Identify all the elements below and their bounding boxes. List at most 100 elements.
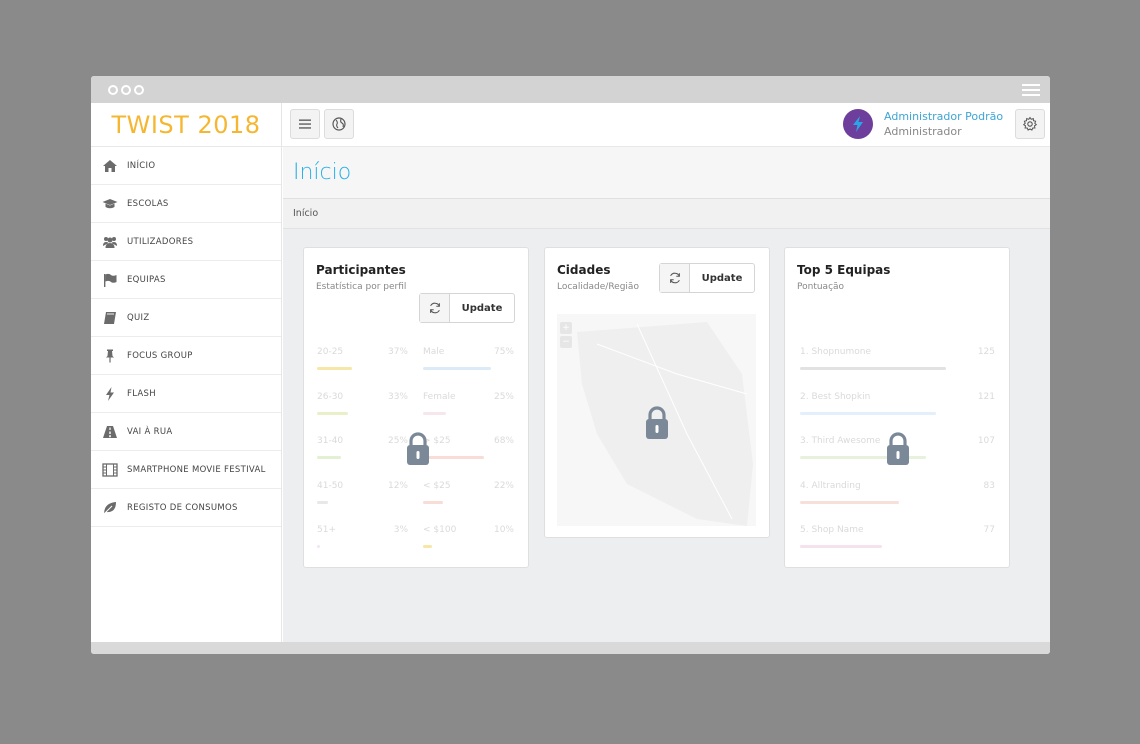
lock-icon xyxy=(646,406,668,439)
browser-window: TWIST 2018 Administrador Podrão Administ… xyxy=(91,76,1050,654)
globe-button[interactable] xyxy=(324,109,354,139)
window-dot-minimize[interactable] xyxy=(121,85,131,95)
stat-bar xyxy=(317,545,320,548)
stat-value: 37% xyxy=(387,347,408,357)
sidebar-item-label: ESCOLAS xyxy=(127,198,169,209)
team-bar xyxy=(800,545,882,548)
sidebar: INÍCIO ESCOLAS UTILIZADORES EQUIPAS QUIZ… xyxy=(91,147,282,642)
refresh-icon xyxy=(429,302,440,314)
sidebar-item-label: EQUIPAS xyxy=(127,274,166,285)
sidebar-item-label: FOCUS GROUP xyxy=(127,350,193,361)
page-title: Início xyxy=(293,160,352,185)
stat-label: 41-50 xyxy=(317,480,344,491)
stat-bar xyxy=(317,411,349,415)
window-titlebar xyxy=(91,76,1050,103)
film-icon xyxy=(102,462,118,477)
stat-bar xyxy=(317,367,353,370)
menu-toggle-button[interactable] xyxy=(290,109,320,139)
stat-bar xyxy=(317,500,329,504)
map-zoom-in-button[interactable]: + xyxy=(560,322,572,334)
team-bar xyxy=(800,411,936,415)
footer-bar xyxy=(91,642,1050,654)
sidebar-item-equipas[interactable]: EQUIPAS xyxy=(91,261,281,299)
team-score: 107 xyxy=(977,436,995,446)
team-score: 125 xyxy=(977,347,995,357)
card-title: Cidades xyxy=(557,263,611,277)
stat-label: 20-25 xyxy=(317,347,344,357)
participantes-update-button[interactable]: Update xyxy=(419,293,515,323)
sidebar-item-label: QUIZ xyxy=(127,312,150,323)
sidebar-item-vai-a-rua[interactable]: VAI À RUA xyxy=(91,413,281,451)
sidebar-item-inicio[interactable]: INÍCIO xyxy=(91,147,281,185)
stat-label: 31-40 xyxy=(317,436,344,446)
sidebar-item-label: SMARTPHONE MOVIE FESTIVAL xyxy=(127,464,266,475)
pin-icon xyxy=(106,349,114,362)
flag-icon xyxy=(104,273,117,287)
update-label: Update xyxy=(701,272,743,284)
main-content: Início Início Participantes Estatística … xyxy=(283,147,1050,642)
stat-label: Male xyxy=(423,347,445,357)
book-icon xyxy=(104,311,116,324)
page-header: Início xyxy=(283,147,1050,199)
stat-value: 12% xyxy=(387,480,408,491)
graduation-cap-icon xyxy=(102,198,118,208)
user-name[interactable]: Administrador Podrão xyxy=(884,110,1003,123)
sidebar-item-quiz[interactable]: QUIZ xyxy=(91,299,281,337)
stat-label: < $100 xyxy=(423,525,457,535)
stat-label: Female xyxy=(423,391,456,402)
card-subtitle: Pontuação xyxy=(797,282,845,292)
sidebar-item-focus-group[interactable]: FOCUS GROUP xyxy=(91,337,281,375)
globe-icon xyxy=(332,117,346,131)
card-title: Top 5 Equipas xyxy=(797,263,891,277)
stat-label: 51+ xyxy=(317,525,336,535)
team-name: 5. Shop Name xyxy=(800,525,864,535)
users-icon xyxy=(103,236,117,248)
stat-value: 68% xyxy=(493,436,514,446)
map-zoom-out-button[interactable]: − xyxy=(560,336,572,348)
team-name: 3. Third Awesome xyxy=(800,436,881,446)
team-name: 4. Alltranding xyxy=(800,480,861,491)
road-icon xyxy=(103,425,117,438)
window-dot-maximize[interactable] xyxy=(134,85,144,95)
cidades-card: Cidades Localidade/Região Update + − xyxy=(544,247,770,538)
window-menu-icon[interactable] xyxy=(1022,84,1040,96)
sidebar-item-flash[interactable]: FLASH xyxy=(91,375,281,413)
lock-icon xyxy=(407,432,429,465)
user-avatar[interactable] xyxy=(843,109,873,139)
sidebar-item-utilizadores[interactable]: UTILIZADORES xyxy=(91,223,281,261)
sidebar-item-label: FLASH xyxy=(127,388,156,399)
lock-icon xyxy=(887,432,909,465)
brand-logo[interactable]: TWIST 2018 xyxy=(91,103,282,147)
update-label: Update xyxy=(461,302,503,314)
card-subtitle: Localidade/Região xyxy=(557,282,639,292)
refresh-icon xyxy=(669,272,680,284)
breadcrumb: Início xyxy=(283,199,1050,229)
sidebar-item-label: REGISTO DE CONSUMOS xyxy=(127,502,238,513)
card-title: Participantes xyxy=(316,263,406,277)
settings-button[interactable] xyxy=(1015,109,1045,139)
sidebar-item-registo-de-consumos[interactable]: REGISTO DE CONSUMOS xyxy=(91,489,281,527)
top5-equipas-card: Top 5 Equipas Pontuação 1. Shopnumone 125… xyxy=(784,247,1010,568)
sidebar-item-label: INÍCIO xyxy=(127,160,156,171)
bolt-icon xyxy=(106,386,114,401)
participantes-card: Participantes Estatística por perfil Upd… xyxy=(303,247,529,568)
hamburger-icon xyxy=(299,119,311,129)
window-dot-close[interactable] xyxy=(108,85,118,95)
window-controls xyxy=(108,85,144,95)
stat-value: 3% xyxy=(393,525,408,535)
brand-text: TWIST 2018 xyxy=(111,111,261,139)
breadcrumb-item[interactable]: Início xyxy=(293,208,318,219)
card-subtitle: Estatística por perfil xyxy=(316,282,407,292)
stat-bar xyxy=(423,456,485,459)
bolt-logo-icon xyxy=(853,116,863,132)
stat-value: 10% xyxy=(493,525,514,535)
cidades-update-button[interactable]: Update xyxy=(659,263,755,293)
gear-icon xyxy=(1022,116,1038,131)
user-role: Administrador xyxy=(884,125,962,138)
sidebar-item-escolas[interactable]: ESCOLAS xyxy=(91,185,281,223)
team-bar xyxy=(800,500,900,504)
stat-value: 75% xyxy=(493,347,514,357)
team-name: 1. Shopnumone xyxy=(800,347,872,357)
sidebar-item-smartphone-movie-festival[interactable]: SMARTPHONE MOVIE FESTIVAL xyxy=(91,451,281,489)
stat-label: < $25 xyxy=(423,480,451,491)
